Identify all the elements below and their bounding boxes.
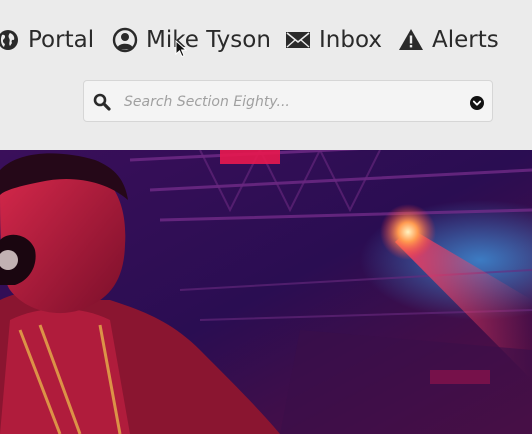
nav-alerts-label: Alerts bbox=[432, 27, 499, 53]
search-bar bbox=[83, 80, 493, 123]
nav-portal[interactable]: Portal bbox=[0, 22, 94, 58]
nav-user-label: Mike Tyson bbox=[146, 27, 271, 53]
envelope-icon bbox=[285, 30, 311, 50]
nav-inbox-label: Inbox bbox=[319, 27, 382, 53]
mouse-cursor-icon bbox=[175, 39, 188, 62]
chevron-down-circle-icon[interactable] bbox=[470, 95, 484, 114]
globe-icon bbox=[0, 28, 20, 52]
nav-alerts[interactable]: Alerts bbox=[398, 22, 499, 58]
search-icon[interactable] bbox=[93, 93, 111, 115]
search-input[interactable] bbox=[122, 81, 456, 123]
top-navigation: Portal Mike Tyson Inbox Alerts bbox=[0, 0, 532, 80]
hero-image bbox=[0, 150, 532, 434]
nav-portal-label: Portal bbox=[28, 27, 95, 53]
user-circle-icon bbox=[112, 27, 138, 53]
nav-user-profile[interactable]: Mike Tyson bbox=[112, 22, 271, 58]
warning-icon bbox=[398, 28, 424, 52]
nav-inbox[interactable]: Inbox bbox=[285, 22, 382, 58]
